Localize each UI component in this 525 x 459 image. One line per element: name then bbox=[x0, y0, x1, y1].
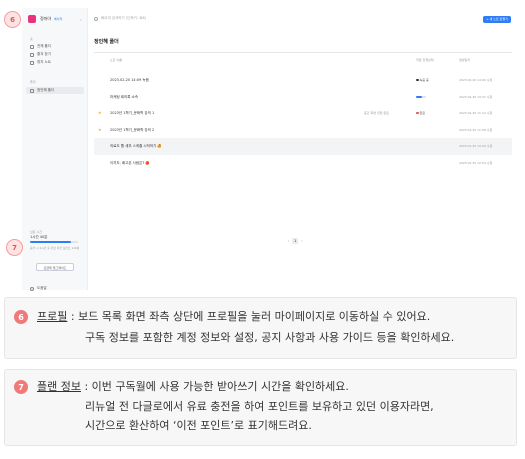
sidebar-item-favorites[interactable]: 즐겨 찾기 bbox=[30, 52, 51, 57]
row-progress-fill bbox=[416, 95, 422, 98]
row-title: 2023년 1학기_문화학 강의 2 bbox=[110, 127, 155, 132]
row-date: 2023.01.25 12:54 수정 bbox=[459, 160, 493, 165]
record-dot-icon bbox=[416, 78, 419, 81]
divider bbox=[94, 52, 512, 53]
table-row[interactable]: 이끼도, 배고픈 사람은? 🍎 2023.01.25 12:54 수정 bbox=[94, 155, 512, 172]
star-icon[interactable]: ★ bbox=[98, 127, 102, 132]
sidebar-item-all-folders[interactable]: 전체 폴더 bbox=[30, 44, 51, 49]
note-line: 플랜 정보 : 이번 구독월에 사용 가능한 받아쓰기 시간을 확인하세요. bbox=[37, 380, 349, 394]
page-current[interactable]: 1 bbox=[292, 238, 299, 244]
status-badge: 녹음 중 bbox=[416, 78, 429, 82]
table-row[interactable]: 2023.02.20 14:09 녹음 녹음 중 2023.02.20 14:0… bbox=[94, 72, 512, 89]
row-title: 마케팅 회의록 소속 bbox=[110, 94, 138, 99]
note-text: : 보드 목록 화면 좌측 상단에 프로필을 눌러 마이페이지로 이동하실 수 … bbox=[67, 310, 431, 323]
note-key: 프로필 bbox=[37, 310, 68, 323]
table-row[interactable]: ★ 2023년 1학기_문화학 강의 2 2023.01.25 11:08 수정 bbox=[94, 122, 512, 139]
sidebar-item-label: 휴지 노트 bbox=[37, 60, 51, 64]
usage-fill bbox=[30, 241, 71, 243]
folder-icon bbox=[30, 88, 34, 93]
table-row[interactable]: 마케팅 회의록 소속 2023.02.20 13:47 수정 bbox=[94, 89, 512, 106]
table-header: 노트 이름 작업 진행상태 생성일자 bbox=[94, 58, 512, 66]
row-title: 2023.02.20 14:09 녹음 bbox=[110, 78, 149, 82]
row-date: 2023.01.25 13:20 수정 bbox=[459, 144, 493, 148]
sidebar-item-board[interactable]: 정인혜 폴더 bbox=[26, 87, 84, 94]
new-note-button[interactable]: + 새 노트 만들기 bbox=[483, 16, 511, 23]
note-number: 7 bbox=[14, 380, 28, 394]
table-row[interactable]: 의료도 웹 세부 스케줄 시작하기 🍊 2023.01.25 13:20 수정 bbox=[94, 138, 512, 155]
row-date: 2023.02.20 13:47 수정 bbox=[459, 94, 493, 99]
row-note: 중간 화면 전환 완료 bbox=[364, 111, 389, 115]
sidebar-item-trash[interactable]: 휴지 노트 bbox=[30, 60, 51, 65]
pagination: ‹ 1 › bbox=[288, 238, 303, 244]
section-label-home: 홈 bbox=[30, 37, 33, 41]
usage-time: 1시간 40분 bbox=[30, 235, 48, 239]
folder-icon bbox=[30, 44, 34, 49]
sidebar-item-label: 정인혜 폴더 bbox=[37, 88, 55, 92]
collapse-sidebar-icon[interactable]: ‹ bbox=[80, 17, 82, 22]
status-badge: 완료 bbox=[416, 111, 425, 115]
plan-badge: 베이직 bbox=[54, 17, 63, 21]
column-status: 작업 진행상태 bbox=[416, 58, 434, 62]
page-title: 정인혜 폴더 bbox=[94, 39, 119, 45]
sidebar-item-label: 즐겨 찾기 bbox=[37, 52, 51, 56]
row-title: 의료도 웹 세부 스케줄 시작하기 🍊 bbox=[110, 144, 162, 148]
sidebar-item-label: 전체 폴더 bbox=[37, 44, 51, 48]
note-line: 프로필 : 보드 목록 화면 좌측 상단에 프로필을 눌러 마이페이지로 이동하… bbox=[37, 310, 430, 324]
note-key: 플랜 정보 bbox=[37, 380, 81, 393]
trash-icon bbox=[30, 60, 34, 65]
row-date: 2023.01.25 11:14 수정 bbox=[459, 111, 493, 115]
done-dot-icon bbox=[416, 111, 419, 114]
next-page-icon[interactable]: › bbox=[301, 239, 302, 243]
search-placeholder: 빠르게 검색하기 (단축키: ⌘K) bbox=[101, 16, 147, 20]
search-input[interactable]: 빠르게 검색하기 (단축키: ⌘K) bbox=[94, 16, 146, 21]
row-date: 2023.02.20 14:09 수정 bbox=[459, 78, 493, 82]
usage-label: 남은 시간 bbox=[30, 230, 42, 234]
board-list: 빠르게 검색하기 (단축키: ⌘K) + 새 노트 만들기 정인혜 폴더 노트 … bbox=[88, 8, 520, 290]
marker-plan: 7 bbox=[6, 239, 23, 256]
column-name: 노트 이름 bbox=[110, 58, 122, 62]
note-profile: 6 프로필 : 보드 목록 화면 좌측 상단에 프로필을 눌러 마이페이지로 이… bbox=[4, 297, 517, 359]
help-link[interactable]: 도움말 bbox=[30, 286, 47, 291]
sidebar: 정마아 베이직 ‹ 홈 전체 폴더 즐겨 찾기 휴지 노트 폴더 정인혜 폴더 … bbox=[22, 8, 88, 291]
row-title: 2023년 1학기_문화학 강의 1 bbox=[110, 111, 155, 115]
marker-profile: 6 bbox=[4, 11, 21, 28]
table-row[interactable]: ★ 2023년 1학기_문화학 강의 1 중간 화면 전환 완료 완료 2023… bbox=[94, 105, 512, 122]
row-progress bbox=[416, 95, 426, 98]
help-label: 도움말 bbox=[37, 286, 47, 290]
star-icon bbox=[30, 52, 34, 57]
star-icon[interactable]: ★ bbox=[98, 111, 102, 115]
section-label-folder: 폴더 bbox=[30, 80, 36, 84]
upgrade-button[interactable]: 요금제 업그레이드 bbox=[36, 263, 74, 271]
note-plan: 7 플랜 정보 : 이번 구독월에 사용 가능한 받아쓰기 시간을 확인하세요.… bbox=[4, 369, 517, 446]
note-number: 6 bbox=[14, 310, 28, 324]
app-screenshot: 정마아 베이직 ‹ 홈 전체 폴더 즐겨 찾기 휴지 노트 폴더 정인혜 폴더 … bbox=[0, 0, 525, 292]
column-date: 생성일자 bbox=[459, 58, 471, 62]
profile-button[interactable]: 정마아 베이직 bbox=[28, 15, 62, 23]
row-title: 이끼도, 배고픈 사람은? 🍎 bbox=[110, 160, 150, 165]
help-icon bbox=[30, 286, 34, 291]
row-date: 2023.01.25 11:08 수정 bbox=[459, 127, 493, 132]
prev-page-icon[interactable]: ‹ bbox=[288, 239, 289, 243]
search-icon bbox=[94, 16, 98, 21]
note-line: 구독 정보를 포함한 계정 정보와 설정, 공지 사항과 사용 가이드 등을 확… bbox=[85, 331, 455, 344]
note-text: : 이번 구독월에 사용 가능한 받아쓰기 시간을 확인하세요. bbox=[80, 380, 349, 393]
avatar bbox=[28, 15, 36, 23]
note-line: 리뉴얼 전 다글로에서 유료 충전을 하여 포인트를 보유하고 있던 이용자라면… bbox=[85, 400, 434, 413]
profile-name: 정마아 bbox=[40, 16, 52, 21]
note-list: 2023.02.20 14:09 녹음 녹음 중 2023.02.20 14:0… bbox=[94, 72, 512, 171]
usage-note: 충전 시 2시간 후 만료 이전 포인트 110분 bbox=[30, 246, 80, 250]
note-line: 시간으로 환산하여 ‘이전 포인트’로 표기해드려요. bbox=[85, 419, 312, 432]
usage-bar bbox=[30, 241, 78, 243]
